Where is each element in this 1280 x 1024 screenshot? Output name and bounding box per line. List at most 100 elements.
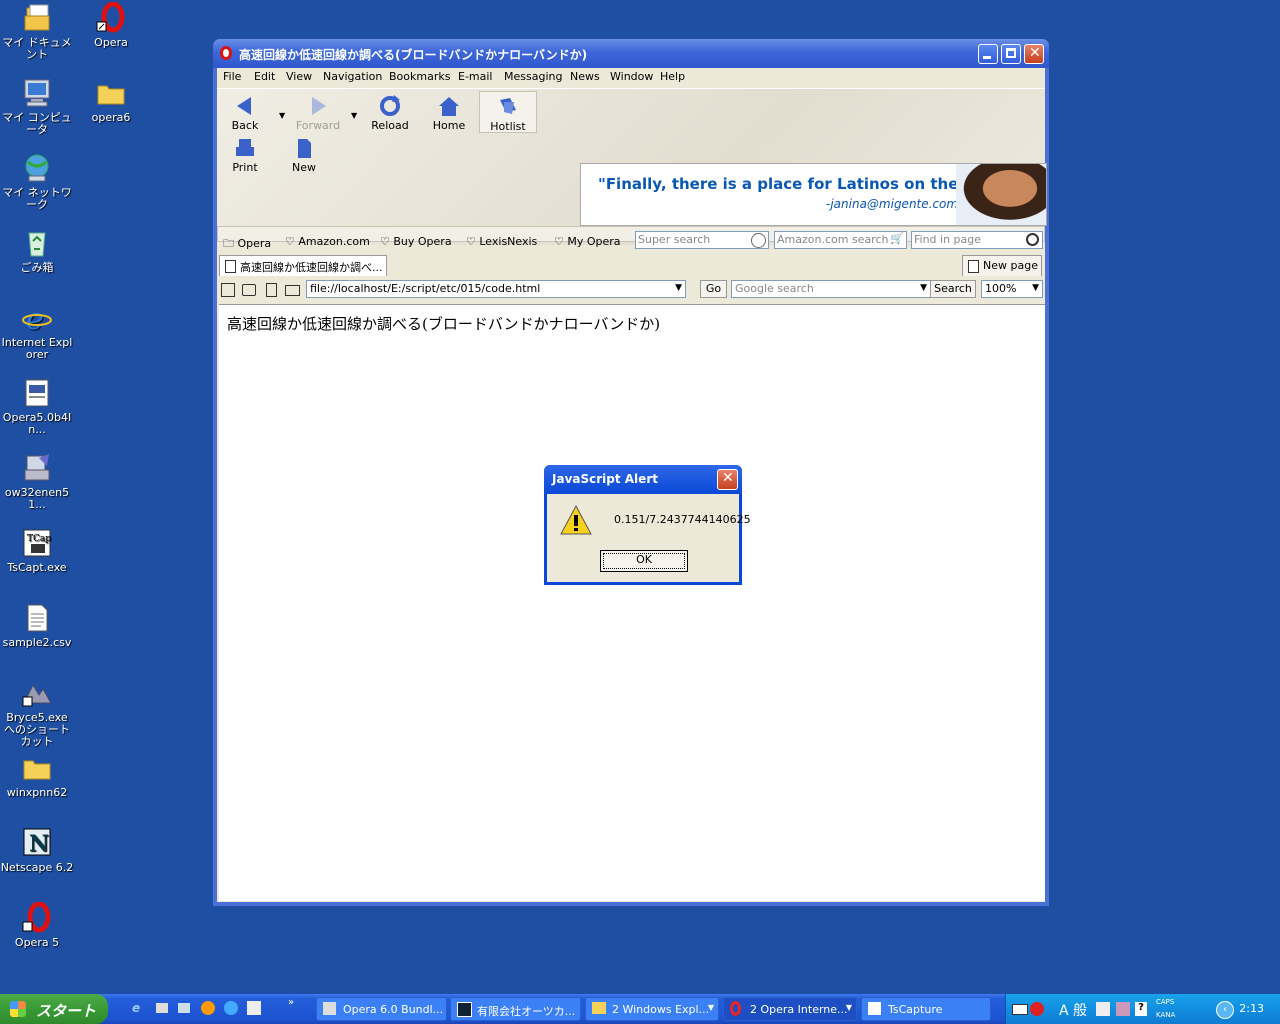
menu-messaging[interactable]: Messaging xyxy=(504,70,562,83)
desktop-icon-bryce5-shortcut[interactable]: Bryce5.exe へのショートカット xyxy=(0,677,74,748)
tab-active-page[interactable]: 高速回線か低速回線か調べ... xyxy=(219,255,387,276)
computer-icon xyxy=(21,77,53,109)
app-icon[interactable] xyxy=(224,1001,238,1015)
desktop-icon-netscape[interactable]: N Netscape 6.2 xyxy=(0,827,74,874)
zoom-select[interactable]: 100% ▼ xyxy=(981,280,1043,298)
super-search-input[interactable]: Super search xyxy=(635,231,769,249)
back-history-dropdown-icon[interactable]: ▼ xyxy=(279,111,285,120)
back-button[interactable]: Back xyxy=(219,95,271,132)
forward-history-dropdown-icon[interactable]: ▼ xyxy=(351,111,357,120)
ime-tools-icon[interactable] xyxy=(1096,1002,1110,1016)
keyboard-icon[interactable] xyxy=(1012,1004,1028,1015)
url-input[interactable]: file://localhost/E:/script/etc/015/code.… xyxy=(306,280,686,298)
task-otsuka[interactable]: 有限会社オーツカ... xyxy=(450,997,581,1021)
hotlist-icon xyxy=(496,96,520,118)
google-dropdown-icon[interactable]: ▼ xyxy=(920,283,927,293)
desktop-icon-my-computer[interactable]: マイ コンピュータ xyxy=(0,77,74,136)
bookmark-label: Opera xyxy=(237,237,272,250)
bookmark-buy-opera[interactable]: ♡ Buy Opera xyxy=(380,235,452,248)
desktop-icon-opera-installer[interactable]: Opera5.0b4In... xyxy=(0,377,74,436)
desktop-icon-ow32[interactable]: ow32enen51... xyxy=(0,452,74,511)
menu-navigation[interactable]: Navigation xyxy=(323,70,382,83)
ime-dictionary-icon[interactable] xyxy=(1116,1002,1130,1016)
home-button[interactable]: Home xyxy=(423,95,475,132)
internet-explorer-icon[interactable]: e xyxy=(132,1001,140,1015)
task-opera-bundle[interactable]: Opera 6.0 Bundl... xyxy=(316,997,447,1021)
alert-body: 0.151/7.2437744140625 OK xyxy=(547,494,751,582)
installer-icon xyxy=(21,377,53,409)
show-desktop-icon[interactable] xyxy=(156,1003,168,1013)
magnifier-icon xyxy=(1026,233,1039,246)
go-button[interactable]: Go xyxy=(700,280,727,298)
forward-button[interactable]: Forward xyxy=(292,95,344,132)
window-titlebar[interactable]: 高速回線か低速回線か調べる(ブロードバンドかナローバンドか) ✕ xyxy=(213,39,1049,68)
menu-view[interactable]: View xyxy=(286,70,312,83)
menu-bookmarks[interactable]: Bookmarks xyxy=(389,70,450,83)
desktop-icon-opera6-folder[interactable]: opera6 xyxy=(74,77,148,124)
group-dropdown-icon: ▼ xyxy=(845,1003,852,1012)
bookmark-amazon[interactable]: ♡ Amazon.com xyxy=(285,235,370,248)
google-search-input[interactable]: Google search ▼ xyxy=(731,280,931,298)
menu-email[interactable]: E-mail xyxy=(458,70,493,83)
bookmark-lexisnexis[interactable]: ♡ LexisNexis xyxy=(466,235,537,248)
bookmark-opera[interactable]: 🗀 Opera xyxy=(223,235,271,254)
desktop-icon-opera5[interactable]: Opera 5 xyxy=(0,901,74,949)
menu-news[interactable]: News xyxy=(570,70,600,83)
menu-help[interactable]: Help xyxy=(660,70,685,83)
desktop-icon-recycle-bin[interactable]: ごみ箱 xyxy=(0,227,74,274)
camera-app-icon: TCap xyxy=(21,527,53,559)
show-hidden-icons-button[interactable]: ‹ xyxy=(1216,1001,1234,1019)
print-button[interactable]: Print xyxy=(219,137,271,174)
desktop-icon-opera[interactable]: Opera xyxy=(74,1,148,49)
address-bar: file://localhost/E:/script/etc/015/code.… xyxy=(217,279,1045,301)
alert-titlebar[interactable]: JavaScript Alert ✕ xyxy=(544,465,742,494)
search-button[interactable]: Search xyxy=(930,280,976,298)
reload-button[interactable]: Reload xyxy=(364,95,416,132)
tab-bar: 高速回線か低速回線か調べ... New page xyxy=(217,255,1045,277)
desktop-icon-winxpnn62[interactable]: winxpnn62 xyxy=(0,752,74,799)
amazon-search-input[interactable]: Amazon.com search 🛒 xyxy=(774,231,907,249)
media-player-icon[interactable] xyxy=(201,1001,215,1015)
hotlist-button[interactable]: Hotlist xyxy=(479,91,537,133)
menu-window[interactable]: Window xyxy=(610,70,653,83)
camera-icon[interactable] xyxy=(242,284,256,296)
desktop-icon-sample2-csv[interactable]: sample2.csv xyxy=(0,602,74,649)
desktop-icon-my-network[interactable]: マイ ネットワーク xyxy=(0,152,74,211)
close-button[interactable]: ✕ xyxy=(1024,44,1044,64)
app-icon[interactable] xyxy=(247,1001,261,1015)
bookmark-my-opera[interactable]: ♡ My Opera xyxy=(554,235,621,248)
maximize-button[interactable] xyxy=(1001,44,1021,64)
alert-close-button[interactable]: ✕ xyxy=(717,469,738,490)
start-button[interactable]: スタート xyxy=(0,994,108,1024)
outlook-icon[interactable] xyxy=(178,1003,190,1013)
task-opera-internet[interactable]: 2 Opera Interne... ▼ xyxy=(723,997,857,1021)
page-content[interactable]: 高速回線か低速回線か調べる(ブロードバンドかナローバンドか) xyxy=(219,304,1045,901)
chevron-right-icon[interactable]: » xyxy=(288,997,294,1008)
page-icon[interactable] xyxy=(266,283,277,297)
new-page-button[interactable]: New xyxy=(278,137,330,174)
alert-ok-button[interactable]: OK xyxy=(600,550,688,572)
desktop-icon-internet-explorer[interactable]: e Internet Explorer xyxy=(0,302,74,361)
minimize-button[interactable] xyxy=(978,44,998,64)
desktop-icon-tscapt[interactable]: TCap TsCapt.exe xyxy=(0,527,74,574)
tab-new-page[interactable]: New page xyxy=(962,255,1042,276)
menu-edit[interactable]: Edit xyxy=(254,70,275,83)
ime-mode[interactable]: A 般 xyxy=(1059,1000,1087,1020)
svg-text:N: N xyxy=(29,831,49,857)
help-icon[interactable]: ? xyxy=(1135,1002,1147,1016)
desktop-icon-label: sample2.csv xyxy=(2,636,72,649)
menu-file[interactable]: File xyxy=(223,70,241,83)
task-label: 2 Opera Interne... xyxy=(750,1003,848,1016)
desktop-icon-my-documents[interactable]: マイ ドキュメント xyxy=(0,2,74,61)
zoom-dropdown-icon[interactable]: ▼ xyxy=(1032,283,1039,293)
find-in-page-input[interactable]: Find in page xyxy=(911,231,1043,249)
ime-bar-icon[interactable] xyxy=(1030,1002,1044,1016)
print-icon[interactable] xyxy=(285,285,300,296)
desktop-icon-label: マイ コンピュータ xyxy=(2,111,72,136)
recycle-bin-icon xyxy=(21,227,53,259)
task-windows-explorer[interactable]: 2 Windows Expl... ▼ xyxy=(585,997,719,1021)
url-dropdown-icon[interactable]: ▼ xyxy=(675,283,682,293)
cascade-icon[interactable] xyxy=(221,283,235,297)
task-tscapture[interactable]: TsCapture xyxy=(861,997,991,1021)
advertisement-banner[interactable]: "Finally, there is a place for Latinos o… xyxy=(580,163,1047,226)
